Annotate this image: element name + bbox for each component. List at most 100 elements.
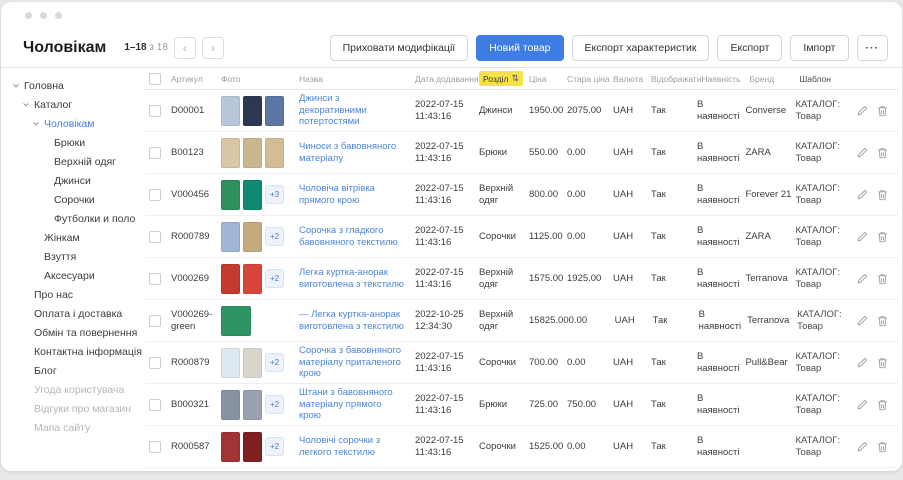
sidebar-item[interactable]: Відгуки про магазин	[1, 399, 145, 418]
hide-modifications-button[interactable]: Приховати модифікації	[330, 35, 469, 61]
product-name-link[interactable]: Сорочка з бавовняного матеріалу притален…	[299, 345, 405, 380]
delete-icon[interactable]	[877, 105, 888, 117]
row-checkbox[interactable]	[149, 273, 161, 285]
delete-icon[interactable]	[877, 357, 888, 369]
more-photos-badge[interactable]: +2	[265, 395, 284, 414]
row-checkbox[interactable]	[149, 105, 161, 117]
product-name-link[interactable]: Чиноси з бавовняного матеріалу	[299, 141, 405, 164]
row-checkbox[interactable]	[149, 399, 161, 411]
import-button[interactable]: Імпорт	[790, 35, 848, 61]
sidebar-item[interactable]: Каталог	[1, 95, 145, 114]
sidebar-item[interactable]: Контактна інформація	[1, 342, 145, 361]
column-header-currency[interactable]: Валюта	[613, 74, 651, 84]
window-maximize-icon[interactable]	[55, 12, 62, 19]
delete-icon[interactable]	[877, 399, 888, 411]
sidebar-item[interactable]: Головна	[1, 76, 145, 95]
more-photos-badge[interactable]: +3	[265, 185, 284, 204]
edit-icon[interactable]	[857, 231, 868, 242]
column-header-date[interactable]: Дата додавання	[415, 74, 479, 84]
edit-icon[interactable]	[857, 189, 868, 200]
sidebar-item[interactable]: Аксесуари	[1, 266, 145, 285]
sidebar-item[interactable]: Чоловікам	[1, 114, 145, 133]
column-header-template[interactable]: Шаблон	[799, 74, 853, 84]
more-photos-badge[interactable]: +2	[265, 437, 284, 456]
column-header-sku[interactable]: Артикул	[171, 74, 221, 84]
delete-icon[interactable]	[877, 441, 888, 453]
chevron-down-icon[interactable]	[21, 101, 31, 109]
sidebar-item[interactable]: Джинси	[1, 171, 145, 190]
sidebar-item[interactable]: Обмін та повернення	[1, 323, 145, 342]
edit-icon[interactable]	[857, 399, 868, 410]
sidebar-item[interactable]: Оплата і доставка	[1, 304, 145, 323]
more-photos-badge[interactable]: +2	[265, 353, 284, 372]
edit-icon[interactable]	[857, 357, 868, 368]
column-header-name[interactable]: Назва	[299, 74, 415, 84]
delete-icon[interactable]	[877, 147, 888, 159]
more-photos-badge[interactable]: +2	[265, 269, 284, 288]
sidebar-item[interactable]: Футболки и поло	[1, 209, 145, 228]
delete-icon[interactable]	[877, 315, 888, 327]
column-header-section[interactable]: Розділ⇅	[479, 71, 529, 86]
product-photo[interactable]	[221, 306, 251, 336]
column-header-photo[interactable]: Фото	[221, 74, 299, 84]
product-photo[interactable]	[243, 264, 262, 294]
window-minimize-icon[interactable]	[40, 12, 47, 19]
sidebar-item[interactable]: Взуття	[1, 247, 145, 266]
row-checkbox[interactable]	[149, 147, 161, 159]
product-photo[interactable]	[243, 432, 262, 462]
product-photo[interactable]	[221, 180, 240, 210]
chevron-down-icon[interactable]	[11, 82, 21, 90]
new-product-button[interactable]: Новий товар	[476, 35, 563, 61]
product-name-link[interactable]: Чоловіча вітрівка прямого крою	[299, 183, 405, 206]
row-checkbox[interactable]	[149, 231, 161, 243]
select-all-checkbox[interactable]	[149, 73, 161, 85]
chevron-down-icon[interactable]	[31, 120, 41, 128]
edit-icon[interactable]	[857, 441, 868, 452]
sidebar-item[interactable]: Жінкам	[1, 228, 145, 247]
product-photo[interactable]	[243, 222, 262, 252]
row-checkbox[interactable]	[149, 441, 161, 453]
column-header-availability[interactable]: Наявність	[701, 74, 749, 84]
product-photo[interactable]	[243, 138, 262, 168]
pagination-next-button[interactable]: ›	[202, 37, 224, 59]
row-checkbox[interactable]	[149, 189, 161, 201]
sidebar-item[interactable]: Про нас	[1, 285, 145, 304]
product-photo[interactable]	[221, 390, 240, 420]
column-header-oldprice[interactable]: Стара ціна	[567, 74, 613, 84]
product-name-link[interactable]: Чоловічі сорочки з легкого текстилю	[299, 435, 405, 458]
product-photo[interactable]	[243, 348, 262, 378]
product-photo[interactable]	[243, 180, 262, 210]
more-photos-badge[interactable]: +2	[265, 227, 284, 246]
product-photo[interactable]	[243, 390, 262, 420]
product-photo[interactable]	[221, 222, 240, 252]
sidebar-item[interactable]: Сорочки	[1, 190, 145, 209]
sidebar-item[interactable]: Верхній одяг	[1, 152, 145, 171]
product-photo[interactable]	[265, 138, 284, 168]
column-header-display[interactable]: Відображати	[651, 74, 701, 84]
delete-icon[interactable]	[877, 273, 888, 285]
delete-icon[interactable]	[877, 231, 888, 243]
export-characteristics-button[interactable]: Експорт характеристик	[572, 35, 710, 61]
product-photo[interactable]	[243, 96, 262, 126]
product-photo[interactable]	[221, 432, 240, 462]
edit-icon[interactable]	[857, 273, 868, 284]
sidebar-item[interactable]: Угода користувача	[1, 380, 145, 399]
product-photo[interactable]	[221, 264, 240, 294]
delete-icon[interactable]	[877, 189, 888, 201]
product-photo[interactable]	[221, 138, 240, 168]
product-name-link[interactable]: Джинси з декоративними потертостями	[299, 93, 405, 128]
product-photo[interactable]	[221, 348, 240, 378]
edit-icon[interactable]	[857, 315, 868, 326]
product-name-link[interactable]: Легка куртка-анорак виготовлена з тексти…	[299, 267, 405, 290]
product-name-link[interactable]: Сорочка з гладкого бавовняного текстилю	[299, 225, 405, 248]
product-name-link[interactable]: Штани з бавовняного матеріалу прямого кр…	[299, 387, 405, 422]
row-checkbox[interactable]	[149, 315, 161, 327]
sidebar-item[interactable]: Блог	[1, 361, 145, 380]
product-photo[interactable]	[221, 96, 240, 126]
pagination-prev-button[interactable]: ‹	[174, 37, 196, 59]
edit-icon[interactable]	[857, 105, 868, 116]
sidebar-item[interactable]: Мапа сайту	[1, 418, 145, 437]
column-header-price[interactable]: Ціна	[529, 74, 567, 84]
more-actions-button[interactable]: ···	[857, 35, 889, 61]
product-photo[interactable]	[265, 96, 284, 126]
